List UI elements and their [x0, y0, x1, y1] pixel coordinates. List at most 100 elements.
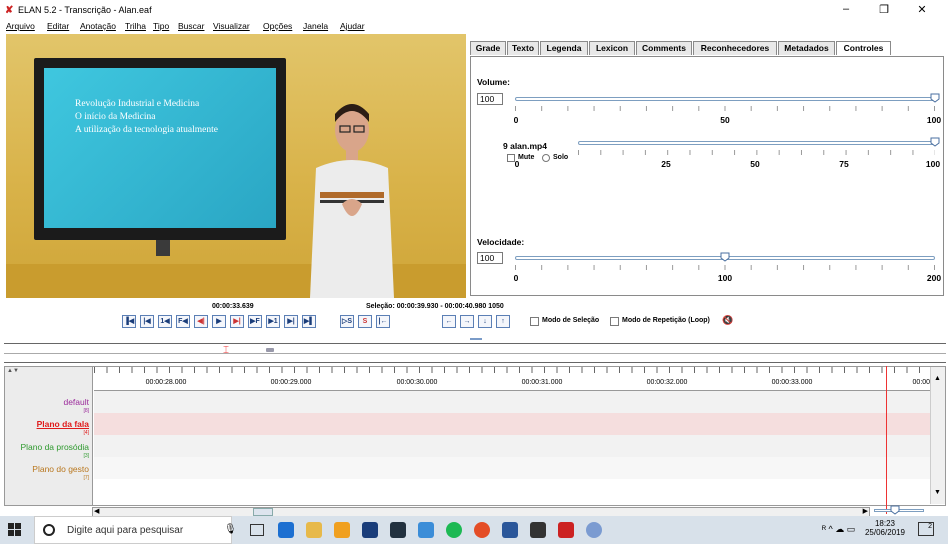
tier-row-plano-da-prosodia[interactable]	[94, 435, 932, 457]
menu-trilha[interactable]: Trilha	[125, 21, 146, 31]
tab-metadados[interactable]: Metadados	[778, 41, 835, 55]
play-back-pixel-button[interactable]: ◀|	[194, 315, 208, 328]
maximize-button[interactable]: ❐	[870, 3, 898, 17]
media-volume-slider-thumb[interactable]	[930, 137, 940, 147]
tab-lexicon[interactable]: Lexicon	[589, 41, 635, 55]
video-viewer[interactable]: Revolução Industrial e Medicina O início…	[6, 34, 466, 298]
menu-janela[interactable]: Janela	[303, 21, 328, 31]
volume-tick-0: 0	[513, 115, 519, 125]
tier-count-plano-da-fala: [4]	[83, 430, 89, 436]
speaker-icon[interactable]: 🔇	[722, 315, 733, 326]
store-icon[interactable]	[334, 522, 350, 538]
file-explorer-icon[interactable]	[306, 522, 322, 538]
elan-taskbar-icon[interactable]	[558, 522, 574, 538]
app-a-icon[interactable]	[390, 522, 406, 538]
microphone-icon[interactable]: 🎙	[224, 524, 237, 535]
scroll-up-icon[interactable]: ▲	[934, 375, 941, 382]
tab-grade[interactable]: Grade	[470, 41, 506, 55]
speed-slider-thumb[interactable]	[720, 252, 730, 262]
horizontal-scroll-thumb[interactable]	[253, 508, 273, 516]
sort-arrows-icon[interactable]: ▲▼	[7, 368, 19, 374]
next-annotation-button[interactable]: →	[460, 315, 474, 328]
volume-slider-track[interactable]	[515, 97, 935, 101]
tier-label-plano-da-prosodia[interactable]: Plano da prosódia	[20, 442, 89, 452]
edge-icon[interactable]	[278, 522, 294, 538]
speed-value-field[interactable]: 100	[477, 252, 503, 264]
search-placeholder: Digite aqui para pesquisar	[67, 525, 184, 536]
overview-cursor[interactable]: ⌶	[223, 346, 229, 356]
movie-maker-icon[interactable]	[530, 522, 546, 538]
tier-row-plano-do-gesto[interactable]	[94, 457, 932, 479]
scroll-right-icon[interactable]: ▶	[863, 507, 868, 515]
solo-radio[interactable]	[542, 154, 550, 162]
viewer-tabs: Grade Texto Legenda Lexicon Comments Rec…	[470, 41, 947, 56]
menu-buscar[interactable]: Buscar	[178, 21, 204, 31]
play-selection-button[interactable]: ▷S	[340, 315, 354, 328]
spotify-icon[interactable]	[446, 522, 462, 538]
word-icon[interactable]	[502, 522, 518, 538]
windows-taskbar: Digite aqui para pesquisar 🎙 ᴿ ^ ☁ ▭ 18:…	[0, 516, 948, 544]
previous-scrollview-button[interactable]: |◀	[140, 315, 154, 328]
tier-row-default[interactable]	[94, 391, 932, 413]
menu-opcoes[interactable]: Opções	[263, 21, 292, 31]
volume-value-field[interactable]: 100	[477, 93, 503, 105]
loop-mode-checkbox[interactable]	[610, 317, 619, 326]
play-pause-button[interactable]: ▶	[212, 315, 226, 328]
paint-icon[interactable]	[586, 522, 602, 538]
next-frame-button[interactable]: ▶F	[248, 315, 262, 328]
next-second-button[interactable]: ▶1	[266, 315, 280, 328]
tab-comments[interactable]: Comments	[636, 41, 692, 55]
selection-mode-checkbox[interactable]	[530, 317, 539, 326]
split-divider[interactable]	[0, 338, 948, 342]
chrome-icon[interactable]	[474, 522, 490, 538]
scroll-left-icon[interactable]: ◀	[94, 507, 99, 515]
task-view-icon[interactable]	[250, 524, 264, 536]
volume-slider-thumb[interactable]	[930, 93, 940, 103]
close-button[interactable]: ✕	[908, 3, 936, 17]
slide-line-1: Revolução Industrial e Medicina	[75, 99, 200, 109]
tab-legenda[interactable]: Legenda	[540, 41, 588, 55]
tab-controles[interactable]: Controles	[836, 41, 891, 55]
tier-label-plano-da-fala[interactable]: Plano da fala	[37, 419, 89, 429]
annotation-up-button[interactable]: ↑	[496, 315, 510, 328]
menu-anotacao[interactable]: Anotação	[80, 21, 116, 31]
tab-reconhecedores[interactable]: Reconhecedores	[693, 41, 777, 55]
tier-label-plano-do-gesto[interactable]: Plano do gesto	[32, 464, 89, 474]
menu-arquivo[interactable]: Arquivo	[6, 21, 35, 31]
forward-pixel-button[interactable]: ▶|	[230, 315, 244, 328]
timeline-overview[interactable]: ⌶	[4, 343, 946, 363]
selection-begin-button[interactable]: |←	[376, 315, 390, 328]
prev-annotation-button[interactable]: ←	[442, 315, 456, 328]
tier-label-default[interactable]: default	[63, 397, 89, 407]
tier-row-plano-da-fala[interactable]	[94, 413, 932, 435]
minimize-button[interactable]: –	[832, 3, 860, 17]
slide-line-3: A utilização da tecnologia atualmente	[75, 125, 218, 135]
menu-editar[interactable]: Editar	[47, 21, 69, 31]
go-to-begin-button[interactable]: ▐◀	[122, 315, 136, 328]
overview-marker	[266, 348, 274, 352]
windows-start-icon[interactable]	[8, 523, 22, 537]
taskbar-clock[interactable]: 18:23 25/06/2019	[860, 519, 910, 537]
clock-time: 18:23	[874, 519, 896, 528]
previous-frame-button[interactable]: F◀	[176, 315, 190, 328]
menu-visualizar[interactable]: Visualizar	[213, 21, 250, 31]
notification-icon[interactable]: 2	[918, 522, 934, 536]
next-scrollview-button[interactable]: ▶|	[284, 315, 298, 328]
volume-label: Volume:	[477, 77, 510, 87]
scroll-down-icon[interactable]: ▼	[934, 489, 941, 496]
go-to-end-button[interactable]: ▶▌	[302, 315, 316, 328]
vertical-scrollbar[interactable]: ▲ ▼	[930, 367, 945, 504]
tray-icons[interactable]: ᴿ ^ ☁ ▭	[822, 524, 855, 535]
menu-ajudar[interactable]: Ajudar	[340, 21, 365, 31]
photos-icon[interactable]	[418, 522, 434, 538]
clear-selection-button[interactable]: S	[358, 315, 372, 328]
media-volume-slider-track[interactable]	[578, 141, 935, 145]
home-app-icon[interactable]	[362, 522, 378, 538]
tab-texto[interactable]: Texto	[507, 41, 539, 55]
time-ruler[interactable]: 00:00:28.000 00:00:29.000 00:00:30.000 0…	[94, 367, 932, 391]
menu-tipo[interactable]: Tipo	[153, 21, 169, 31]
zoom-slider-thumb[interactable]	[890, 505, 900, 515]
previous-second-button[interactable]: 1◀	[158, 315, 172, 328]
tv-stand	[156, 240, 170, 256]
annotation-down-button[interactable]: ↓	[478, 315, 492, 328]
